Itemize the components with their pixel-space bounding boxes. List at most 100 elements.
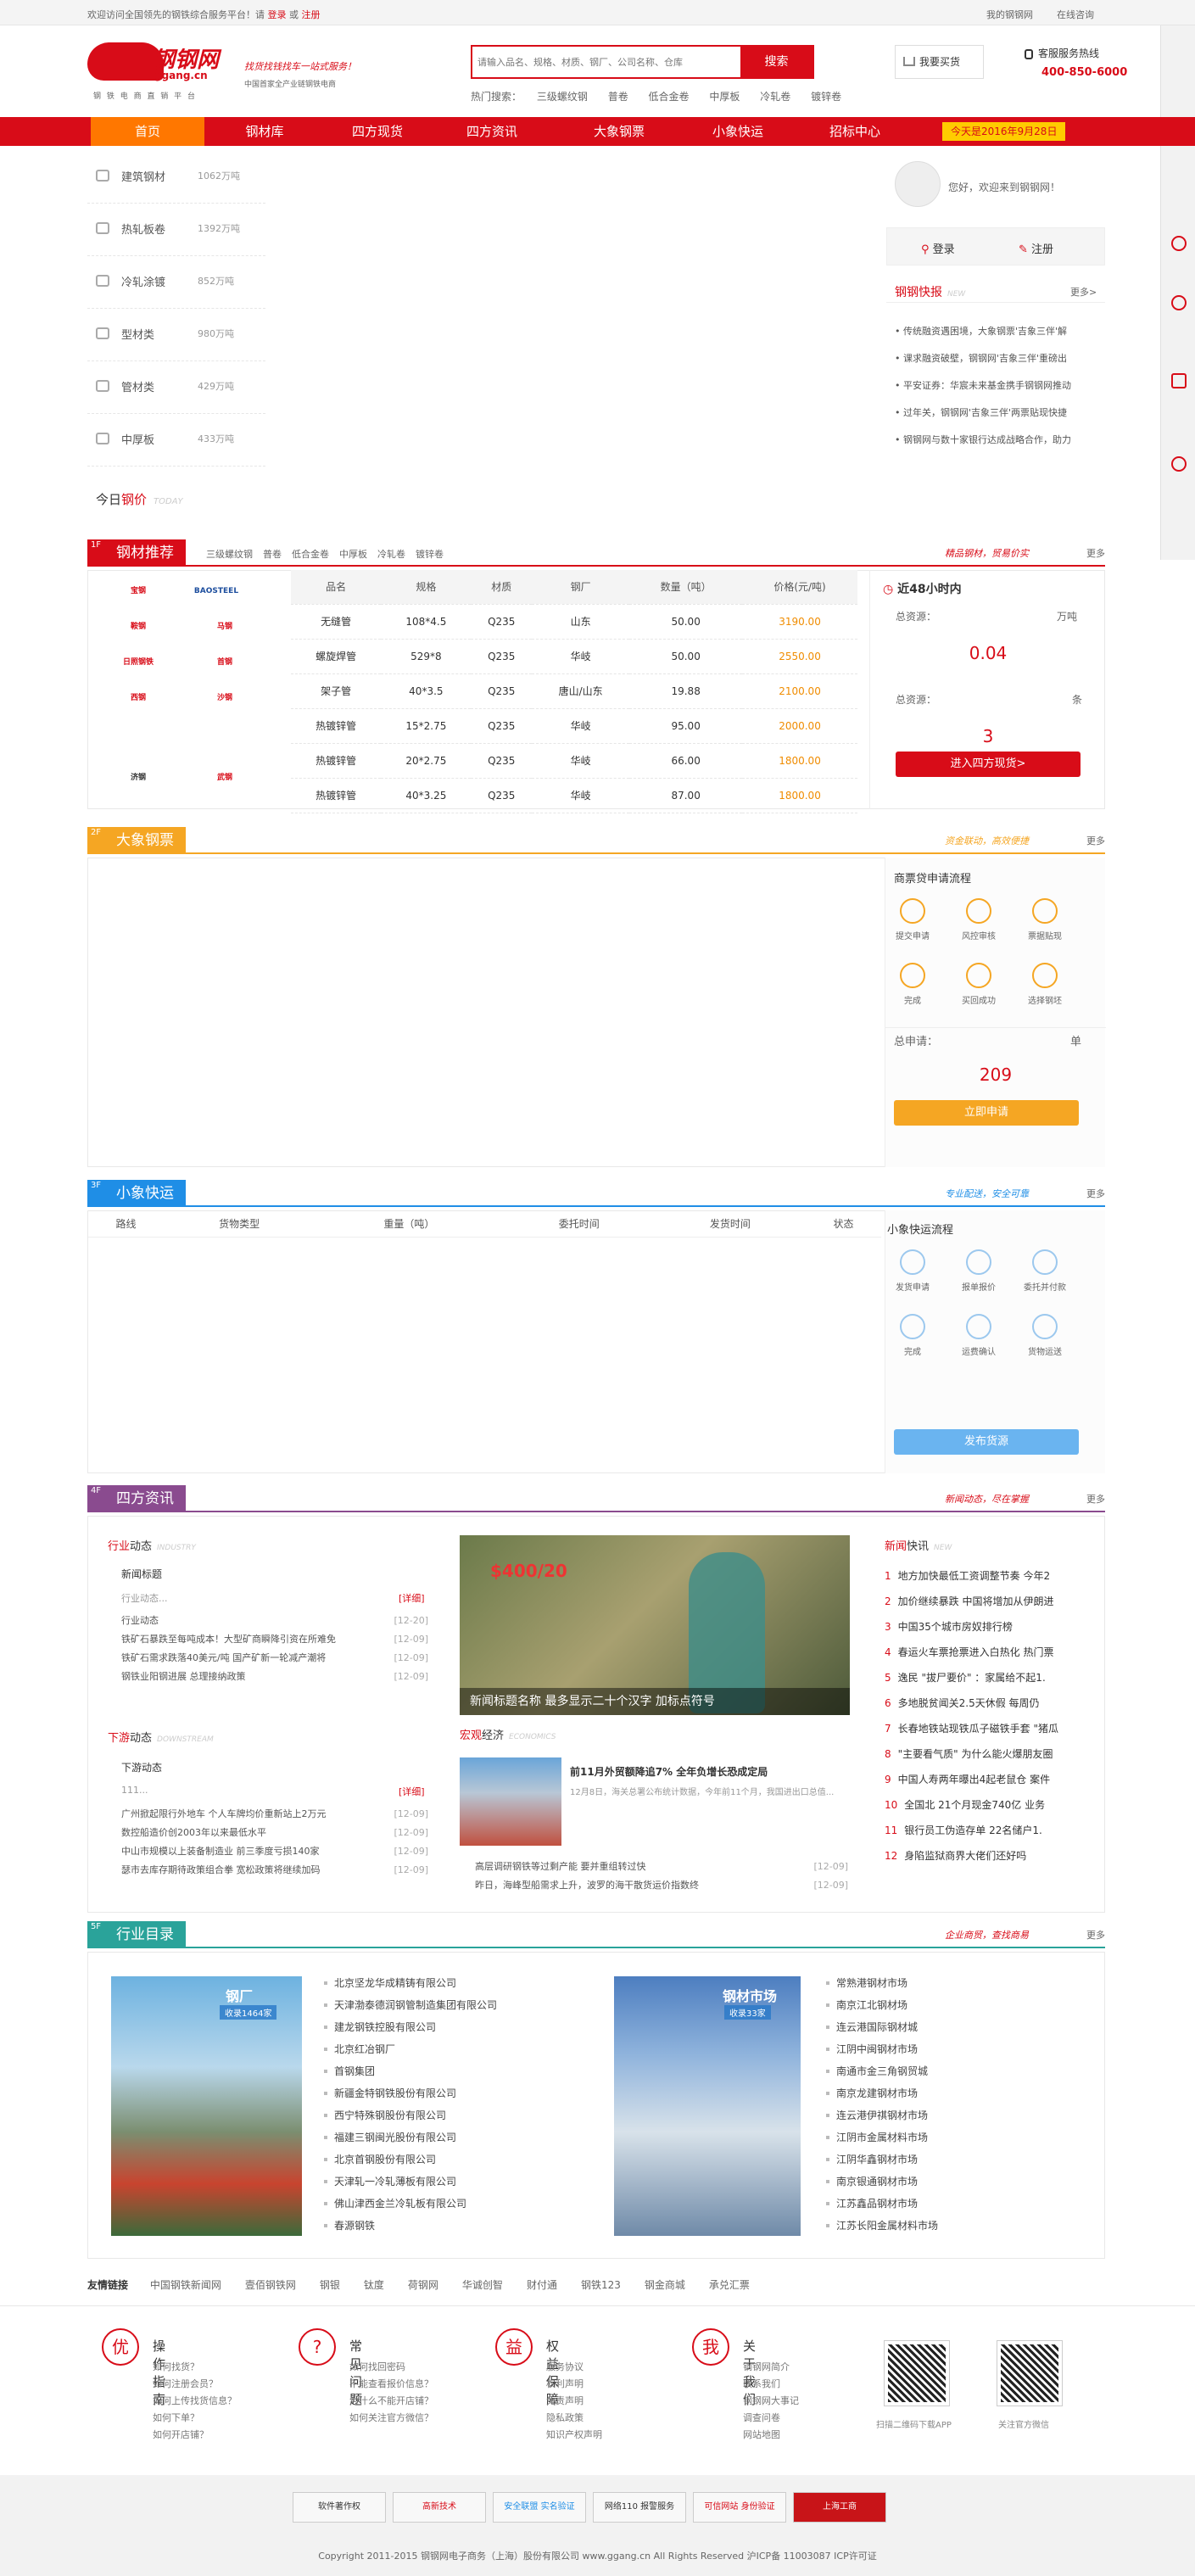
footer-link[interactable]: 如何找回密码 xyxy=(349,2359,433,2376)
nav-spot[interactable]: 四方现货 xyxy=(321,117,434,146)
list-item[interactable]: 南通市金三角钢贸城 xyxy=(824,2060,1079,2082)
cart-button[interactable]: 我要买货 xyxy=(895,45,984,79)
list-item[interactable]: 钢铁业阳钢进展 总理接纳政策 [12-09] xyxy=(121,1668,428,1686)
friendly-link[interactable]: 承兑汇票 xyxy=(709,2279,750,2291)
list-item[interactable]: 昨日，海峰型船需求上升，波罗的海干散货运价指数终 [12-09] xyxy=(475,1876,848,1895)
brand-logo[interactable]: 武钢 xyxy=(195,763,254,792)
mobile-icon[interactable] xyxy=(1171,373,1187,388)
table-row[interactable]: 热镀锌管 40*3.25 Q235 华岐 87.00 1800.00 xyxy=(291,778,857,813)
friendly-link[interactable]: 钢银 xyxy=(320,2279,340,2291)
mill-image[interactable]: 钢厂 收录1464家 xyxy=(111,1976,302,2236)
list-item[interactable]: 南京江北钢材场 xyxy=(824,1994,1079,2016)
phone-icon[interactable] xyxy=(1171,236,1187,251)
list-item[interactable]: 佛山津西金兰冷轧板有限公司 xyxy=(322,2193,577,2215)
brand-logo[interactable]: 首钢 xyxy=(195,648,254,677)
brand-logo[interactable]: 马钢 xyxy=(195,612,254,641)
list-item[interactable]: 8 "主要看气质" 为什么能火爆朋友圈 xyxy=(885,1741,1095,1767)
list-item[interactable]: 南京银通钢材市场 xyxy=(824,2171,1079,2193)
list-item[interactable]: 常熟港钢材市场 xyxy=(824,1972,1079,1994)
hot-item[interactable]: 普卷 xyxy=(608,91,628,103)
list-item[interactable]: 江阴市金属材料市场 xyxy=(824,2126,1079,2149)
list-item[interactable]: 10 全国北 21个月现金740亿 业务 xyxy=(885,1792,1095,1818)
table-row[interactable]: 热镀锌管 15*2.75 Q235 华岐 95.00 2000.00 xyxy=(291,708,857,744)
list-item[interactable]: 行业动态 [12-20] xyxy=(121,1612,428,1630)
category-item[interactable]: 中厚板 433万吨 xyxy=(87,414,265,467)
list-item[interactable]: 瑟市去库存期待政策组合拳 宽松政策将继续加码 [12-09] xyxy=(121,1861,428,1880)
list-item[interactable]: 1 地方加快最低工资调整节奏 今年2 xyxy=(885,1563,1095,1589)
footer-link[interactable]: 如何关注官方微信？ xyxy=(349,2410,433,2427)
friendly-link[interactable]: 华诚创智 xyxy=(462,2279,503,2291)
table-row[interactable]: 热镀锌管 20*2.75 Q235 华岐 66.00 1800.00 xyxy=(291,743,857,779)
my-account-link[interactable]: 我的钢钢网 xyxy=(986,8,1033,21)
list-item[interactable]: 中山市规模以上装备制造业 前三季度亏损140家 [12-09] xyxy=(121,1842,428,1861)
floor-1-subtab[interactable]: 冷轧卷 xyxy=(377,549,405,560)
list-item[interactable]: 6 多地脱贫闻关2.5天休假 每周仍 xyxy=(885,1690,1095,1716)
footer-link[interactable]: 权利声明 xyxy=(546,2376,602,2393)
list-item[interactable]: 广州掀起限行外地车 个人车牌均价重新站上2万元 [12-09] xyxy=(121,1805,428,1824)
list-item[interactable]: 首钢集团 xyxy=(322,2060,577,2082)
list-item[interactable]: 江苏鑫品钢材市场 xyxy=(824,2193,1079,2215)
express-item[interactable]: • 钢钢网与数十家银行达成战略合作，助力 xyxy=(895,431,1103,458)
footer-link[interactable]: 调查问卷 xyxy=(743,2410,799,2427)
publish-cargo-button[interactable]: 发布货源 xyxy=(894,1429,1079,1455)
hot-item[interactable]: 中厚板 xyxy=(709,91,740,103)
badge-copyright[interactable]: 软件著作权 xyxy=(293,2492,386,2523)
friendly-link[interactable]: 中国钢铁新闻网 xyxy=(150,2279,221,2291)
list-item[interactable]: 铁矿石需求跌落40美元/吨 国产矿新一轮减产潮将 [12-09] xyxy=(121,1649,428,1668)
brand-logo[interactable]: 沙钢 xyxy=(195,684,254,712)
login-button[interactable]: ⚲ 登录 xyxy=(921,240,955,256)
footer-link[interactable]: 钢钢网大事记 xyxy=(743,2393,799,2410)
friendly-link[interactable]: 钢金商城 xyxy=(645,2279,685,2291)
brand-logo[interactable]: BAOSTEEL xyxy=(187,577,246,606)
nav-bidding[interactable]: 招标中心 xyxy=(798,117,912,146)
footer-link[interactable]: 如何下单？ xyxy=(153,2410,237,2427)
market-image[interactable]: 钢材市场 收录33家 xyxy=(614,1976,801,2236)
category-item[interactable]: 冷轧涂镀 852万吨 xyxy=(87,256,265,309)
list-item[interactable]: 连云港伊祺钢材市场 xyxy=(824,2104,1079,2126)
footer-link[interactable]: 如何注册会员？ xyxy=(153,2376,237,2393)
floor-5-more-link[interactable]: 更多 xyxy=(1086,1928,1105,1942)
footer-link[interactable]: 知识产权声明 xyxy=(546,2427,602,2444)
list-item[interactable]: 数控船造价创2003年以来最低水平 [12-09] xyxy=(121,1824,428,1842)
list-item[interactable]: 南京龙建钢材市场 xyxy=(824,2082,1079,2104)
floor-3-more-link[interactable]: 更多 xyxy=(1086,1187,1105,1200)
express-more-link[interactable]: 更多> xyxy=(1070,285,1097,299)
list-item[interactable]: 北京坚龙华成精铸有限公司 xyxy=(322,1972,577,1994)
downstream-detail-link[interactable]: [详细] xyxy=(399,1785,425,1798)
express-item[interactable]: • 平安证券：华宸未来基金携手钢钢网推动 xyxy=(895,377,1103,404)
list-item[interactable]: 11 银行员工伪造存单 22名储户1. xyxy=(885,1818,1095,1843)
express-item[interactable]: • 课求融资破壁，钢钢网'吉象三伴'重磅出 xyxy=(895,349,1103,377)
friendly-link[interactable]: 壹佰钢铁网 xyxy=(245,2279,296,2291)
table-row[interactable]: 无缝管 108*4.5 Q235 山东 50.00 3190.00 xyxy=(291,604,857,640)
list-item[interactable]: 2 加价继续暴跌 中国将增加从伊朗进 xyxy=(885,1589,1095,1614)
list-item[interactable]: 12 身陷监狱商界大佬们还好吗 xyxy=(885,1843,1095,1869)
nav-home[interactable]: 首页 xyxy=(91,117,204,146)
list-item[interactable]: 7 长春地铁站现铁瓜子磁铁手套 "猪瓜 xyxy=(885,1716,1095,1741)
floor-1-subtab[interactable]: 三级螺纹钢 xyxy=(206,549,253,560)
category-item[interactable]: 热轧板卷 1392万吨 xyxy=(87,204,265,256)
list-item[interactable]: 铁矿石暴跌至每吨成本！大型矿商瞬降引资在所难免 [12-09] xyxy=(121,1630,428,1649)
brand-logo[interactable]: 宝钢 xyxy=(109,577,168,606)
industry-head[interactable]: 新闻标题 xyxy=(121,1567,162,1581)
list-item[interactable]: 天津渤泰德润钢管制造集团有限公司 xyxy=(322,1994,577,2016)
macro-thumbnail[interactable] xyxy=(460,1757,561,1846)
category-item[interactable]: 管材类 429万吨 xyxy=(87,361,265,414)
service-icon[interactable] xyxy=(1171,295,1187,310)
back-top-icon[interactable] xyxy=(1171,456,1187,472)
list-item[interactable]: 北京首钢股份有限公司 xyxy=(322,2149,577,2171)
floor-1-subtab[interactable]: 镀锌卷 xyxy=(416,549,444,560)
footer-link[interactable]: 如何找货？ xyxy=(153,2359,237,2376)
brand-logo[interactable]: 济钢 xyxy=(109,763,168,792)
list-item[interactable]: 新疆金特钢铁股份有限公司 xyxy=(322,2082,577,2104)
nav-news[interactable]: 四方资讯 xyxy=(435,117,549,146)
list-item[interactable]: 江阴中闽钢材市场 xyxy=(824,2038,1079,2060)
brand-logo[interactable]: 日照钢铁 xyxy=(109,648,168,677)
footer-link[interactable]: 免责声明 xyxy=(546,2393,602,2410)
floor-1-subtab[interactable]: 低合金卷 xyxy=(292,549,329,560)
footer-link[interactable]: 如何上传找货信息？ xyxy=(153,2393,237,2410)
brand-logo[interactable]: 西钢 xyxy=(109,684,168,712)
list-item[interactable]: 江阴华鑫钢材市场 xyxy=(824,2149,1079,2171)
footer-link[interactable]: 如何开店铺？ xyxy=(153,2427,237,2444)
floor-1-subtab[interactable]: 普卷 xyxy=(263,549,282,560)
search-input[interactable] xyxy=(477,53,732,70)
